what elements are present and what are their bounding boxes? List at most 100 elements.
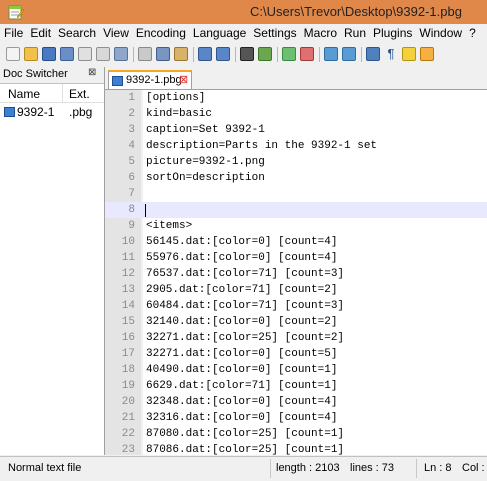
doc-switcher-row[interactable]: 9392-1 .pbg xyxy=(0,103,104,121)
code-line[interactable]: 17 32271.dat:[color=0] [count=5] xyxy=(105,346,487,362)
code-line[interactable]: 7 xyxy=(105,186,487,202)
code-line[interactable]: 22 87080.dat:[color=25] [count=1] xyxy=(105,426,487,442)
code-text: 76537.dat:[color=71] [count=3] xyxy=(146,268,345,280)
tab-label: 9392-1.pbg xyxy=(126,74,182,86)
replace-icon[interactable] xyxy=(258,47,272,61)
code-line[interactable]: 23 87086.dat:[color=25] [count=1] xyxy=(105,442,487,455)
code-line[interactable]: 4 description=Parts in the 9392-1 set xyxy=(105,138,487,154)
find-icon[interactable] xyxy=(240,47,254,61)
menu-file[interactable]: File xyxy=(0,24,26,41)
toolbar: ¶ xyxy=(0,43,487,66)
tab-9392-1-pbg[interactable]: 9392-1.pbg ⊠ xyxy=(108,70,192,89)
menu-view[interactable]: View xyxy=(99,24,132,41)
code-line[interactable]: 6 sortOn=description xyxy=(105,170,487,186)
open-file-icon[interactable] xyxy=(24,47,38,61)
code-line[interactable]: 12 76537.dat:[color=71] [count=3] xyxy=(105,266,487,282)
code-line[interactable]: 16 32271.dat:[color=25] [count=2] xyxy=(105,330,487,346)
status-col: Col : 1 xyxy=(462,462,487,474)
indent-guide-icon[interactable] xyxy=(402,47,416,61)
column-divider[interactable] xyxy=(62,84,63,102)
menu-run[interactable]: Run xyxy=(340,24,369,41)
notepad-plus-plus-icon[interactable] xyxy=(8,4,24,20)
code-line[interactable]: 2 kind=basic xyxy=(105,106,487,122)
redo-icon[interactable] xyxy=(216,47,230,61)
doc-name: 9392-1 xyxy=(17,105,55,119)
document-map-icon[interactable] xyxy=(420,47,434,61)
close-icon[interactable] xyxy=(78,47,92,61)
code-line[interactable]: 1 [options] xyxy=(105,90,487,106)
toolbar-separator xyxy=(319,47,320,62)
zoom-out-icon[interactable] xyxy=(300,47,314,61)
status-ln: Ln : 8 xyxy=(424,462,452,474)
code-line[interactable]: 18 40490.dat:[color=0] [count=1] xyxy=(105,362,487,378)
line-number: 15 xyxy=(121,316,135,328)
code-line[interactable]: 8 xyxy=(105,202,487,218)
menu-edit[interactable]: Edit xyxy=(26,24,54,41)
new-file-icon[interactable] xyxy=(6,47,20,61)
word-wrap-icon[interactable] xyxy=(366,47,380,61)
code-text: 32348.dat:[color=0] [count=4] xyxy=(146,396,338,408)
menu-search[interactable]: Search xyxy=(54,24,99,41)
line-number: 19 xyxy=(121,380,135,392)
code-line[interactable]: 19 6629.dat:[color=71] [count=1] xyxy=(105,378,487,394)
line-number: 12 xyxy=(121,268,135,280)
menu-language[interactable]: Language xyxy=(189,24,249,41)
tab-close-icon[interactable]: ⊠ xyxy=(179,73,188,86)
code-line[interactable]: 21 32316.dat:[color=0] [count=4] xyxy=(105,410,487,426)
zoom-in-icon[interactable] xyxy=(282,47,296,61)
code-line[interactable]: 13 2905.dat:[color=71] [count=2] xyxy=(105,282,487,298)
code-line[interactable]: 15 32140.dat:[color=0] [count=2] xyxy=(105,314,487,330)
line-number: 5 xyxy=(128,156,135,168)
line-number: 9 xyxy=(128,220,135,232)
sync-horizontal-icon[interactable] xyxy=(342,47,356,61)
title-bar: C:\Users\Trevor\Desktop\9392-1.pbg xyxy=(0,0,487,24)
code-line[interactable]: 11 55976.dat:[color=0] [count=4] xyxy=(105,250,487,266)
line-number: 7 xyxy=(128,188,135,200)
code-line[interactable]: 3 caption=Set 9392-1 xyxy=(105,122,487,138)
line-number: 8 xyxy=(128,204,135,216)
line-number: 2 xyxy=(128,108,135,120)
copy-icon[interactable] xyxy=(156,47,170,61)
status-lines: lines : 73 xyxy=(350,462,395,474)
show-all-characters-icon[interactable]: ¶ xyxy=(384,47,398,61)
code-text: [options] xyxy=(146,92,206,104)
code-line[interactable]: 5 picture=9392-1.png xyxy=(105,154,487,170)
print-icon[interactable] xyxy=(114,47,128,61)
doc-switcher-close-icon[interactable]: ⊠ xyxy=(88,67,96,78)
code-text: 2905.dat:[color=71] [count=2] xyxy=(146,284,338,296)
menu-encoding[interactable]: Encoding xyxy=(132,24,189,41)
column-header-name[interactable]: Name xyxy=(8,87,40,101)
code-text: picture=9392-1.png xyxy=(146,156,265,168)
menu-macro[interactable]: Macro xyxy=(300,24,340,41)
menu-plugins[interactable]: Plugins xyxy=(369,24,415,41)
sync-vertical-icon[interactable] xyxy=(324,47,338,61)
cut-icon[interactable] xyxy=(138,47,152,61)
code-text: 56145.dat:[color=0] [count=4] xyxy=(146,236,338,248)
line-number: 14 xyxy=(121,300,135,312)
paste-icon[interactable] xyxy=(174,47,188,61)
column-header-ext[interactable]: Ext. xyxy=(69,87,90,101)
code-line[interactable]: 14 60484.dat:[color=71] [count=3] xyxy=(105,298,487,314)
line-number: 16 xyxy=(121,332,135,344)
status-bar: Normal text file length : 2103 lines : 7… xyxy=(0,456,487,481)
close-all-icon[interactable] xyxy=(96,47,110,61)
menu-settings[interactable]: Settings xyxy=(249,24,299,41)
code-line[interactable]: 9 <items> xyxy=(105,218,487,234)
file-icon xyxy=(112,76,123,86)
save-all-icon[interactable] xyxy=(60,47,74,61)
menu-help[interactable]: ? xyxy=(465,24,479,41)
editor-area[interactable]: 1 [options] 2 kind=basic 3 caption=Set 9392-1… xyxy=(105,90,487,455)
save-icon[interactable] xyxy=(42,47,56,61)
code-text: 32316.dat:[color=0] [count=4] xyxy=(146,412,338,424)
code-text: caption=Set 9392-1 xyxy=(146,124,265,136)
code-text: 87080.dat:[color=25] [count=1] xyxy=(146,428,345,440)
line-number: 11 xyxy=(121,252,135,264)
code-line[interactable]: 20 32348.dat:[color=0] [count=4] xyxy=(105,394,487,410)
line-number: 18 xyxy=(121,364,135,376)
line-number: 10 xyxy=(121,236,135,248)
menu-window[interactable]: Window xyxy=(415,24,465,41)
doc-switcher-header: Doc Switcher ⊠ xyxy=(0,67,104,84)
code-line[interactable]: 10 56145.dat:[color=0] [count=4] xyxy=(105,234,487,250)
tab-bar: 9392-1.pbg ⊠ xyxy=(105,67,487,90)
undo-icon[interactable] xyxy=(198,47,212,61)
